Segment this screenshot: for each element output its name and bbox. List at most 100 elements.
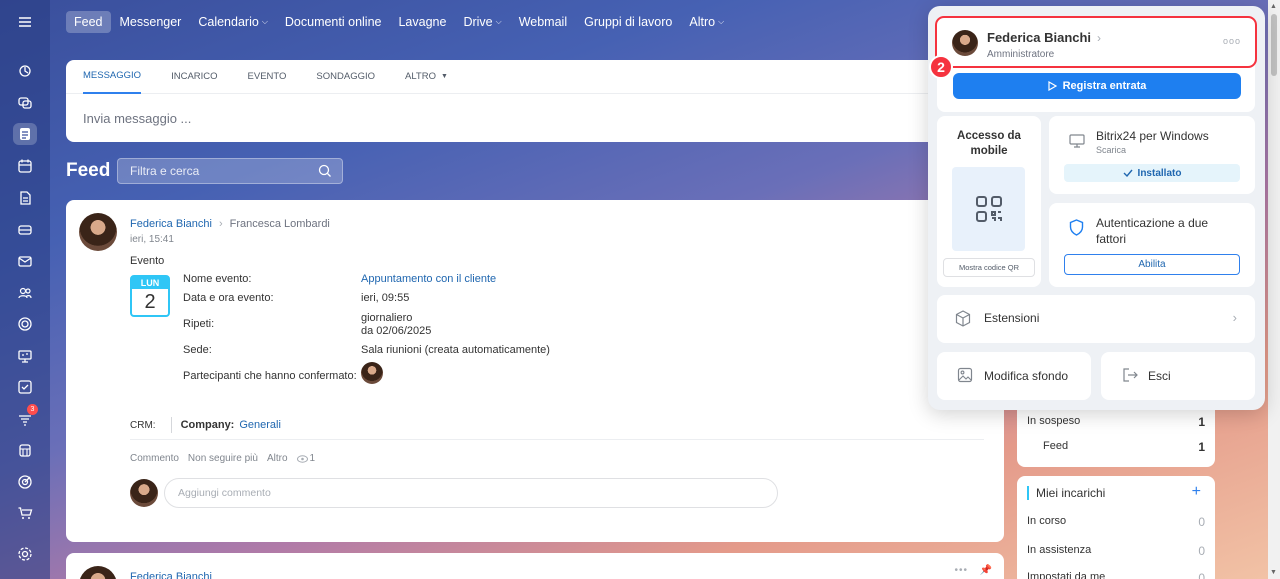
avatar[interactable] xyxy=(79,566,117,579)
store-icon[interactable] xyxy=(13,439,37,461)
comment-input[interactable]: Aggiungi commento xyxy=(164,478,778,508)
menu-icon[interactable] xyxy=(13,11,37,33)
tab-evento[interactable]: EVENTO xyxy=(248,60,287,94)
calendar-icon[interactable] xyxy=(13,155,37,177)
activity-icon[interactable] xyxy=(13,60,37,82)
nav-altro[interactable]: Altro ⌵ xyxy=(681,11,732,33)
drive-icon[interactable] xyxy=(13,219,37,241)
tab-sondaggio[interactable]: SONDAGGIO xyxy=(316,60,375,94)
top-navigation: Feed Messenger Calendario ⌵ Documenti onl… xyxy=(66,10,733,34)
task-value: 0 xyxy=(1198,544,1205,558)
tab-messaggio[interactable]: MESSAGGIO xyxy=(83,60,142,94)
search-icon[interactable] xyxy=(318,164,332,178)
installed-button[interactable]: Installato xyxy=(1064,164,1240,182)
nav-messenger[interactable]: Messenger xyxy=(112,11,190,33)
download-link[interactable]: Scarica xyxy=(1096,145,1126,155)
message-input[interactable]: Invia messaggio ... xyxy=(83,111,191,126)
filter-search-input[interactable]: Filtra e cerca xyxy=(117,158,343,184)
scrollbar[interactable]: ▲ ▼ xyxy=(1268,0,1280,579)
post-composer: MESSAGGIO INCARICO EVENTO SONDAGGIO ALTR… xyxy=(66,60,1006,142)
counter-row[interactable]: In sospeso 1 xyxy=(1027,415,1205,429)
tab-altro[interactable]: ALTRO ▼ xyxy=(405,60,448,94)
counter-row[interactable]: Feed 1 xyxy=(1027,440,1205,454)
avatar xyxy=(130,479,158,507)
task-row[interactable]: In corso 0 xyxy=(1027,515,1205,529)
extensions-item[interactable]: Estensioni › xyxy=(937,295,1255,343)
participant-avatar[interactable] xyxy=(361,362,383,384)
task-value: 0 xyxy=(1198,571,1205,579)
nav-lavagne[interactable]: Lavagne xyxy=(390,11,454,33)
windows-app-card: Bitrix24 per Windows Scarica Installato xyxy=(1049,116,1255,194)
task-row[interactable]: In assistenza 0 xyxy=(1027,544,1205,558)
task-label: In corso xyxy=(1027,515,1067,527)
change-background-button[interactable]: Modifica sfondo xyxy=(937,352,1091,400)
caret-down-icon: ▼ xyxy=(440,73,448,80)
company-link[interactable]: Generali xyxy=(239,419,281,431)
post-time[interactable]: ieri, 15:41 xyxy=(130,234,174,245)
calendar-day: LUN xyxy=(132,277,168,289)
counter-label: Feed xyxy=(1043,440,1069,452)
more-dots-icon[interactable]: ••• xyxy=(954,565,968,576)
crm-icon[interactable] xyxy=(13,313,37,335)
document-icon[interactable] xyxy=(13,187,37,209)
logout-button[interactable]: Esci xyxy=(1101,352,1255,400)
event-name-label: Nome evento: xyxy=(183,273,252,285)
search-placeholder: Filtra e cerca xyxy=(130,164,200,178)
divider xyxy=(130,439,984,440)
checkin-label: Registra entrata xyxy=(1062,80,1147,92)
feed-icon[interactable] xyxy=(13,123,37,145)
mail-icon[interactable] xyxy=(13,250,37,272)
tab-label: ALTRO xyxy=(405,71,436,82)
task-row[interactable]: Impostati da me 0 xyxy=(1027,571,1205,579)
counter-value: 1 xyxy=(1198,415,1205,429)
left-sidebar: 3 xyxy=(0,0,50,579)
calendar-num: 2 xyxy=(144,291,156,313)
tab-incarico[interactable]: INCARICO xyxy=(171,60,217,94)
filter-icon[interactable]: 3 xyxy=(13,404,38,430)
installed-label: Installato xyxy=(1137,167,1182,179)
scroll-down-icon[interactable]: ▼ xyxy=(1270,569,1277,576)
highlight-box xyxy=(935,16,1257,68)
task-label: Impostati da me xyxy=(1027,571,1106,579)
nav-label: Webmail xyxy=(518,15,568,29)
more-button[interactable]: Altro xyxy=(267,453,288,464)
avatar[interactable] xyxy=(79,213,117,251)
two-factor-card: Autenticazione a due fattori Abilita xyxy=(1049,203,1255,287)
nav-drive[interactable]: Drive ⌵ xyxy=(455,11,509,33)
unfollow-button[interactable]: Non seguire più xyxy=(188,453,258,464)
author-link[interactable]: Federica Bianchi xyxy=(130,571,212,579)
chat-icon[interactable] xyxy=(13,92,37,114)
nav-feed[interactable]: Feed xyxy=(66,11,111,33)
cart-icon[interactable] xyxy=(13,502,37,524)
target-icon[interactable] xyxy=(13,471,37,493)
event-name-link[interactable]: Appuntamento con il cliente xyxy=(361,273,496,285)
recipient-link[interactable]: Francesca Lombardi xyxy=(230,218,330,230)
scroll-thumb[interactable] xyxy=(1271,14,1277,76)
nav-webmail[interactable]: Webmail xyxy=(511,11,575,33)
windows-title: Bitrix24 per Windows xyxy=(1096,129,1209,143)
comment-button[interactable]: Commento xyxy=(130,453,179,464)
board-icon[interactable] xyxy=(13,345,37,367)
tasks-icon[interactable] xyxy=(13,376,37,398)
widget-title[interactable]: Miei incarichi xyxy=(1027,486,1105,500)
settings-icon[interactable] xyxy=(13,543,37,565)
crm-row: CRM: Company: Generali xyxy=(130,417,281,433)
nav-calendario[interactable]: Calendario ⌵ xyxy=(190,11,276,33)
author-link[interactable]: Federica Bianchi xyxy=(130,218,212,230)
add-task-button[interactable]: + xyxy=(1192,483,1201,501)
pin-icon[interactable]: 📌 xyxy=(980,565,992,576)
event-datetime-value: ieri, 09:55 xyxy=(361,292,410,304)
nav-label: Drive xyxy=(463,15,493,29)
calendar-date-icon: LUN 2 xyxy=(130,275,170,317)
groups-icon[interactable] xyxy=(13,282,37,304)
scroll-up-icon[interactable]: ▲ xyxy=(1270,3,1277,10)
event-participants-label: Partecipanti che hanno confermato: xyxy=(183,370,357,382)
show-qr-button[interactable]: Mostra codice QR xyxy=(943,258,1035,277)
nav-gruppi-di-lavoro[interactable]: Gruppi di lavoro xyxy=(576,11,680,33)
nav-label: Documenti online xyxy=(284,15,382,29)
enable-2fa-button[interactable]: Abilita xyxy=(1064,254,1240,275)
checkin-button[interactable]: Registra entrata xyxy=(953,73,1241,99)
views-count: 1 xyxy=(309,453,316,464)
post-author-line: Federica Bianchi › Francesca Lombardi xyxy=(130,218,330,230)
nav-documenti-online[interactable]: Documenti online xyxy=(277,11,390,33)
